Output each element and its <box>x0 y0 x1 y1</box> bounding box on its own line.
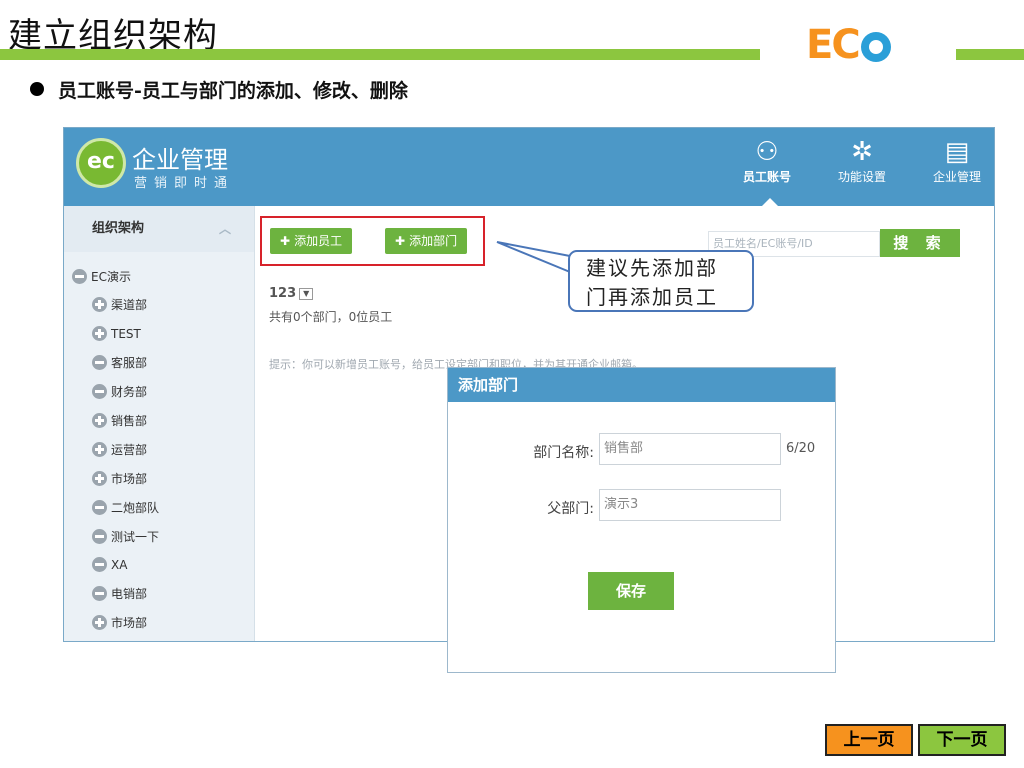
expand-icon[interactable] <box>92 442 107 457</box>
tree-item-label: 客服部 <box>111 356 148 370</box>
expand-icon[interactable] <box>92 413 107 428</box>
tree-item-label: 财务部 <box>111 385 148 399</box>
app-header: ec 企业管理 营销即时通 ⚇ 员工账号 ✲ 功能设置 ▤ 企业管理 <box>64 128 994 206</box>
expand-icon[interactable] <box>92 326 107 341</box>
dept-name-label: 部门名称: <box>533 445 594 461</box>
tree-item[interactable]: 客服部 <box>92 354 147 372</box>
active-nav-pointer <box>762 198 778 206</box>
tree-item-label: 测试一下 <box>111 530 160 544</box>
nav-label: 企业管理 <box>932 170 981 184</box>
callout-line-1: 建议先添加部 <box>586 256 718 280</box>
collapse-icon[interactable] <box>92 586 107 601</box>
dept-name-char-count: 6/20 <box>786 441 816 456</box>
search-button[interactable]: 搜 索 <box>880 229 960 257</box>
bullet-dot-icon <box>30 82 44 96</box>
app-name: 企业管理 <box>132 146 228 174</box>
tree-item[interactable]: 电销部 <box>92 585 147 603</box>
expand-icon[interactable] <box>92 297 107 312</box>
tree-item-label: 市场部 <box>111 472 148 486</box>
app-subtitle: 营销即时通 <box>134 176 235 191</box>
collapse-icon[interactable] <box>72 269 87 284</box>
tree-item[interactable]: 财务部 <box>92 383 147 401</box>
callout: 建议先添加部 门再添加员工 <box>568 250 754 312</box>
highlight-box <box>260 216 485 266</box>
org-sidebar: 组织架构 ︿ EC演示 渠道部 TEST 客服部 财务部 销售部 运营部 市场部… <box>64 206 255 641</box>
id-card-icon: ▤ <box>944 137 970 167</box>
collapse-icon[interactable] <box>92 557 107 572</box>
tree-item[interactable]: 市场部 <box>92 470 147 488</box>
bullet-point: 员工账号-员工与部门的添加、修改、删除 <box>30 76 408 103</box>
title-underline-right <box>956 49 1024 60</box>
org-selector[interactable]: 123 ▼ <box>269 286 314 301</box>
tree-item-label: 二炮部队 <box>111 501 160 515</box>
parent-dept-input[interactable]: 演示3 <box>599 489 781 521</box>
tree-item[interactable]: 销售部 <box>92 412 147 430</box>
tree-item[interactable]: XA <box>92 556 127 574</box>
ec-logo: EC <box>806 22 891 68</box>
tree-item-label: 销售部 <box>111 414 148 428</box>
tree-item[interactable]: 渠道部 <box>92 296 147 314</box>
collapse-icon[interactable] <box>92 500 107 515</box>
tree-item-label: EC演示 <box>91 270 131 284</box>
nav-enterprise-management[interactable]: ▤ 企业管理 <box>922 136 992 185</box>
tree-item[interactable]: TEST <box>92 325 141 343</box>
expand-icon[interactable] <box>92 471 107 486</box>
next-page-button[interactable]: 下一页 <box>918 724 1006 756</box>
sidebar-title: 组织架构 <box>92 221 145 236</box>
tree-item[interactable]: 二炮部队 <box>92 499 159 517</box>
bullet-text: 员工账号-员工与部门的添加、修改、删除 <box>58 80 408 102</box>
ec-logo-text: EC <box>806 22 861 68</box>
app-logo: ec <box>76 138 126 188</box>
gear-icon: ✲ <box>851 137 873 167</box>
tree-item[interactable]: 市场部 <box>92 614 147 632</box>
nav-label: 员工账号 <box>742 170 791 184</box>
dept-employee-count: 共有0个部门，0位员工 <box>269 310 393 324</box>
tree-item-label: TEST <box>111 327 141 341</box>
tree-item-label: 运营部 <box>111 443 148 457</box>
expand-icon[interactable] <box>92 615 107 630</box>
sidebar-header[interactable]: 组织架构 ︿ <box>64 206 254 252</box>
callout-line-2: 门再添加员工 <box>586 285 718 309</box>
tree-item[interactable]: 运营部 <box>92 441 147 459</box>
chevron-up-icon[interactable]: ︿ <box>219 206 231 252</box>
org-name: 123 <box>269 286 297 301</box>
save-button[interactable]: 保存 <box>588 572 674 610</box>
tree-item-label: 渠道部 <box>111 298 148 312</box>
collapse-icon[interactable] <box>92 355 107 370</box>
collapse-icon[interactable] <box>92 384 107 399</box>
tree-item-root[interactable]: EC演示 <box>72 268 131 286</box>
collapse-icon[interactable] <box>92 529 107 544</box>
dept-name-input[interactable]: 销售部 <box>599 433 781 465</box>
title-underline <box>0 49 760 60</box>
nav-employee-accounts[interactable]: ⚇ 员工账号 <box>732 136 802 185</box>
tree-item-label: 电销部 <box>111 587 148 601</box>
tree-item-label: XA <box>111 558 128 572</box>
add-department-dialog: 添加部门 部门名称: 销售部 6/20 父部门: 演示3 保存 <box>447 367 836 673</box>
dialog-title: 添加部门 <box>448 368 835 402</box>
chevron-down-icon[interactable]: ▼ <box>299 288 314 300</box>
parent-dept-label: 父部门: <box>547 501 594 517</box>
prev-page-button[interactable]: 上一页 <box>825 724 913 756</box>
users-icon: ⚇ <box>755 137 779 167</box>
nav-label: 功能设置 <box>837 170 886 184</box>
nav-function-settings[interactable]: ✲ 功能设置 <box>827 136 897 185</box>
ec-logo-ring-icon <box>860 32 891 62</box>
tree-item[interactable]: 测试一下 <box>92 528 159 546</box>
tree-item-label: 市场部 <box>111 616 148 630</box>
